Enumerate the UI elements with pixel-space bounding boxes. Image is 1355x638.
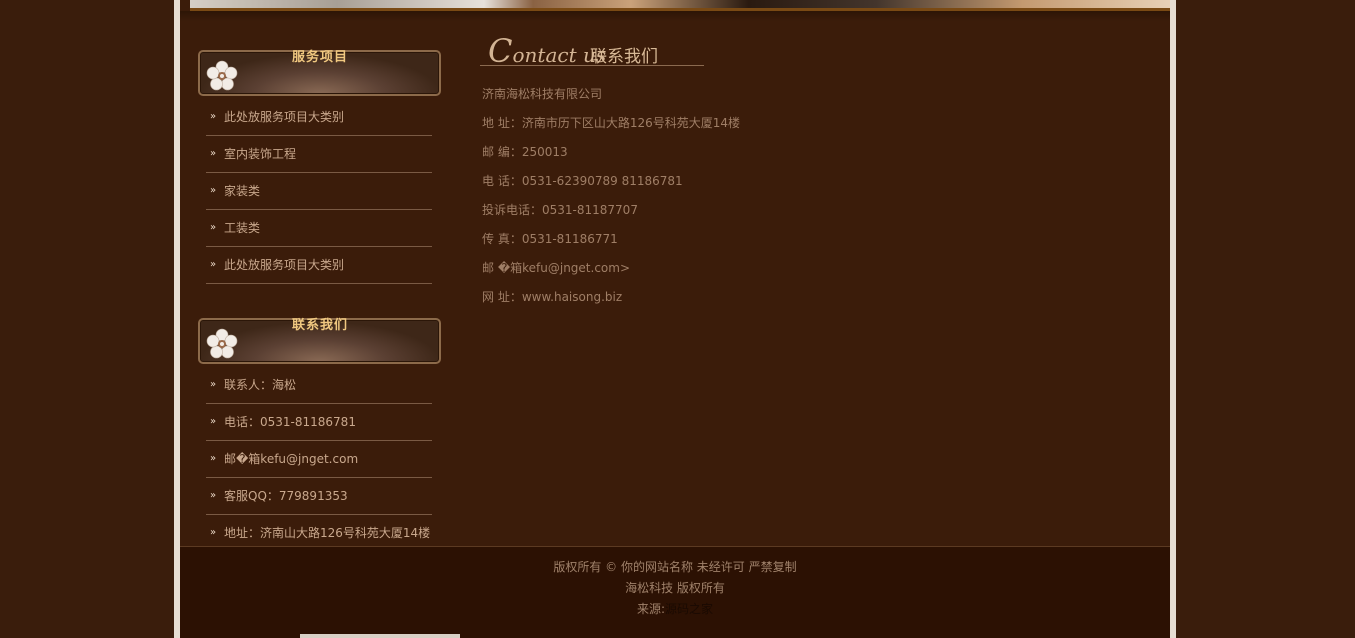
contact-item: » 客服QQ：779891353 <box>206 478 432 515</box>
contact-us-english-title: Contact us <box>488 32 607 70</box>
arrow-icon: » <box>210 185 217 196</box>
service-item[interactable]: » 家装类 <box>206 173 432 210</box>
contact-list: » 联系人：海松 » 电话：0531-81186781 » 邮�箱kefu@jnget… <box>206 367 432 552</box>
contact-item-label: 邮�箱kefu@jnget.com <box>224 452 359 466</box>
contact-us-heading: Contact us 联系我们 <box>480 30 704 70</box>
flower-icon <box>206 60 238 91</box>
contact-item-label: 地址：济南山大路126号科苑大厦14楼 <box>224 526 431 540</box>
service-item[interactable]: » 工装类 <box>206 210 432 247</box>
service-item-label: 此处放服务项目大类别 <box>224 258 345 272</box>
arrow-icon: » <box>210 416 217 427</box>
services-header: 服务项目 <box>198 50 441 96</box>
contact-header: 联系我们 <box>198 318 441 364</box>
contact-item: » 邮�箱kefu@jnget.com <box>206 441 432 478</box>
arrow-icon: » <box>210 148 217 159</box>
contact-box-title: 联系我们 <box>292 318 349 333</box>
footer-source-label: 来源: <box>636 602 666 616</box>
contact-details: 济南海松科技有限公司 地 址：济南市历下区山大路126号科苑大厦14楼 邮 编：… <box>482 84 740 316</box>
footer: 版权所有 © 你的网站名称 未经许可 严禁复制 海松科技 版权所有 来源:源码之… <box>180 546 1170 638</box>
arrow-icon: » <box>210 259 217 270</box>
contact-item: » 联系人：海松 <box>206 367 432 404</box>
address-line: 地 址：济南市历下区山大路126号科苑大厦14楼 <box>482 116 740 130</box>
services-list: » 此处放服务项目大类别 » 室内装饰工程 » 家装类 » 工装类 » 此处放服务项目大类… <box>206 99 432 284</box>
website-line: 网 址：www.haisong.biz <box>482 290 623 304</box>
email-line: 邮 �箱kefu@jnget.com> <box>482 261 630 275</box>
page-frame: 服务项目 » 此处放服务项目大类别 » 室内装饰工程 » 家装类 » 工装类 » 此处放服… <box>174 0 1176 638</box>
service-item[interactable]: » 室内装饰工程 <box>206 136 432 173</box>
horizontal-scrollbar[interactable] <box>300 634 460 638</box>
fax-line: 传 真：0531-81186771 <box>482 232 618 246</box>
company-name: 济南海松科技有限公司 <box>482 87 603 101</box>
contact-item-label: 联系人：海松 <box>224 378 297 392</box>
services-title: 服务项目 <box>292 50 349 65</box>
service-item-label: 工装类 <box>224 221 261 235</box>
footer-source-link[interactable]: 源码之家 <box>665 602 713 616</box>
service-item-label: 室内装饰工程 <box>224 147 297 161</box>
arrow-icon: » <box>210 111 217 122</box>
contact-item-label: 客服QQ：779891353 <box>224 489 348 503</box>
footer-company: 海松科技 版权所有 <box>625 581 725 595</box>
service-item[interactable]: » 此处放服务项目大类别 <box>206 99 432 136</box>
contact-item-label: 电话：0531-81186781 <box>224 415 356 429</box>
flower-icon <box>206 328 238 359</box>
postcode-line: 邮 编：250013 <box>482 145 568 159</box>
footer-source: 来源:源码之家 <box>180 599 1170 620</box>
service-item[interactable]: » 此处放服务项目大类别 <box>206 247 432 284</box>
top-banner-image <box>190 0 1170 8</box>
arrow-icon: » <box>210 490 217 501</box>
service-item-label: 此处放服务项目大类别 <box>224 110 345 124</box>
banner-shadow <box>180 11 1170 21</box>
arrow-icon: » <box>210 222 217 233</box>
arrow-icon: » <box>210 453 217 464</box>
footer-copyright: 版权所有 © 你的网站名称 未经许可 严禁复制 <box>553 560 797 574</box>
complaint-phone-line: 投诉电话：0531-81187707 <box>482 203 638 217</box>
service-item-label: 家装类 <box>224 184 261 198</box>
arrow-icon: » <box>210 379 217 390</box>
contact-item: » 电话：0531-81186781 <box>206 404 432 441</box>
contact-us-chinese-title: 联系我们 <box>590 47 658 67</box>
phone-line: 电 话：0531-62390789 81186781 <box>482 174 683 188</box>
